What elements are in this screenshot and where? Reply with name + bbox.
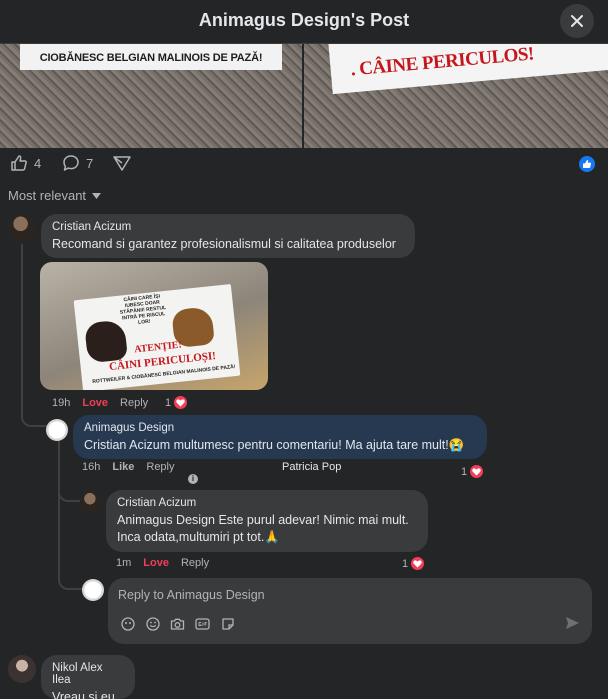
avatar[interactable] xyxy=(8,214,36,242)
close-icon xyxy=(571,15,583,27)
reply-input[interactable] xyxy=(118,585,558,605)
post-photo-left[interactable]: CIOBĂNESC BELGIAN MALINOIS DE PAZĂ! xyxy=(0,44,302,148)
post-photo-right[interactable]: . CÂINE PERICULOS! xyxy=(302,44,608,148)
love-reaction-button[interactable]: Love xyxy=(143,557,169,569)
like-button[interactable]: Like xyxy=(112,461,134,473)
comment-text-line: Animagus Design Este purul adevar! Nimic… xyxy=(117,513,409,527)
comment-author[interactable]: Cristian Acizum xyxy=(52,221,404,233)
sticker-icon[interactable] xyxy=(220,616,235,631)
comment-meta: 16h Like Reply xyxy=(82,461,187,473)
post-reactions-bar: 4 7 xyxy=(0,148,608,182)
comment-image[interactable]: CÂINI CARE ÎȘI IUBESC DOAR STĂPÂNII! RES… xyxy=(40,262,268,390)
close-button[interactable] xyxy=(560,4,594,38)
thumbs-up-icon xyxy=(11,155,27,171)
heart-icon xyxy=(410,556,426,571)
composer-tools xyxy=(120,616,235,631)
comment-meta: 19h Love Reply xyxy=(52,397,160,409)
like-reaction-badge[interactable] xyxy=(579,156,595,172)
like-count: 4 xyxy=(34,155,42,171)
heart-icon xyxy=(469,464,485,479)
comment-count: 7 xyxy=(86,155,94,171)
comment-time[interactable]: 16h xyxy=(82,461,100,473)
share-action[interactable] xyxy=(112,154,132,172)
seen-by: Patricia Pop xyxy=(282,461,353,473)
send-button[interactable] xyxy=(565,616,580,635)
thread-elbow xyxy=(58,574,82,590)
comment-text: Recomand si garantez profesionalismul si… xyxy=(52,237,396,251)
comment-bubble-highlighted: Animagus Design Cristian Acizum multumes… xyxy=(73,415,487,459)
camera-icon[interactable] xyxy=(170,616,185,631)
comment-icon xyxy=(63,155,79,171)
comment-author[interactable]: Cristian Acizum xyxy=(117,497,417,509)
comment-author[interactable]: Nikol Alex Ilea xyxy=(52,662,124,686)
comment-text: Cristian Acizum multumesc pentru comenta… xyxy=(84,438,465,452)
avatar[interactable] xyxy=(46,419,68,441)
avatar[interactable] xyxy=(80,491,102,513)
thread-line xyxy=(21,244,23,414)
sign-top-text: CÂINI CARE ÎȘI IUBESC DOAR STĂPÂNII! RES… xyxy=(119,293,167,326)
reaction-count: 1 xyxy=(461,465,468,478)
dialog-header: Animagus Design's Post xyxy=(0,0,608,44)
reply-button[interactable]: Reply xyxy=(120,397,148,409)
thread-line xyxy=(58,440,60,583)
emoji-icon[interactable] xyxy=(145,616,160,631)
sort-label: Most relevant xyxy=(8,188,87,203)
thread-elbow xyxy=(58,484,80,502)
reaction-summary[interactable]: 1 xyxy=(402,556,426,571)
thread-elbow xyxy=(21,405,47,427)
reaction-count: 1 xyxy=(165,396,172,409)
photo-sign-text-left: CIOBĂNESC BELGIAN MALINOIS DE PAZĂ! xyxy=(20,44,282,70)
reply-button[interactable]: Reply xyxy=(146,461,174,473)
comment-action[interactable]: 7 xyxy=(62,154,93,172)
comment-sort-dropdown[interactable]: Most relevant xyxy=(8,188,102,203)
comment-bubble: Cristian Acizum Recomand si garantez pro… xyxy=(41,214,415,258)
caret-down-icon xyxy=(92,192,102,199)
love-reaction-button[interactable]: Love xyxy=(82,397,108,409)
gif-icon[interactable] xyxy=(195,616,210,631)
post-photo-strip: CIOBĂNESC BELGIAN MALINOIS DE PAZĂ! . CÂ… xyxy=(0,44,608,148)
comment-text: Vreau si eu xyxy=(52,690,115,699)
comment-author[interactable]: Animagus Design xyxy=(84,422,476,434)
reply-button[interactable]: Reply xyxy=(181,557,209,569)
info-icon[interactable]: i xyxy=(188,474,198,484)
avatar[interactable] xyxy=(8,655,36,683)
comment-time[interactable]: 19h xyxy=(52,397,70,409)
like-action[interactable]: 4 xyxy=(10,154,41,172)
send-icon xyxy=(566,617,579,629)
share-icon xyxy=(113,156,131,171)
seen-by-name[interactable]: Patricia Pop xyxy=(282,461,341,473)
dialog-title: Animagus Design's Post xyxy=(198,10,410,30)
reaction-count: 1 xyxy=(402,557,409,570)
sign-photo: CÂINI CARE ÎȘI IUBESC DOAR STĂPÂNII! RES… xyxy=(73,283,241,390)
comment-time[interactable]: 1m xyxy=(116,557,131,569)
comment-text-line: Inca odata,multumiri pt tot.🙏 xyxy=(117,530,280,544)
photo-sign-text-right: . CÂINE PERICULOS! xyxy=(328,44,608,95)
reply-composer xyxy=(108,578,592,644)
thumbs-up-icon xyxy=(583,160,592,168)
comment-bubble: Nikol Alex Ilea Vreau si eu xyxy=(41,655,135,699)
reaction-summary[interactable]: 1 xyxy=(461,464,485,479)
comment-bubble: Cristian Acizum Animagus Design Este pur… xyxy=(106,490,428,552)
comment-meta: 1m Love Reply xyxy=(116,557,221,569)
reaction-summary[interactable]: 1 xyxy=(165,395,189,410)
heart-icon xyxy=(173,395,189,410)
avatar-sticker-icon[interactable] xyxy=(120,616,135,631)
avatar[interactable] xyxy=(82,579,104,601)
